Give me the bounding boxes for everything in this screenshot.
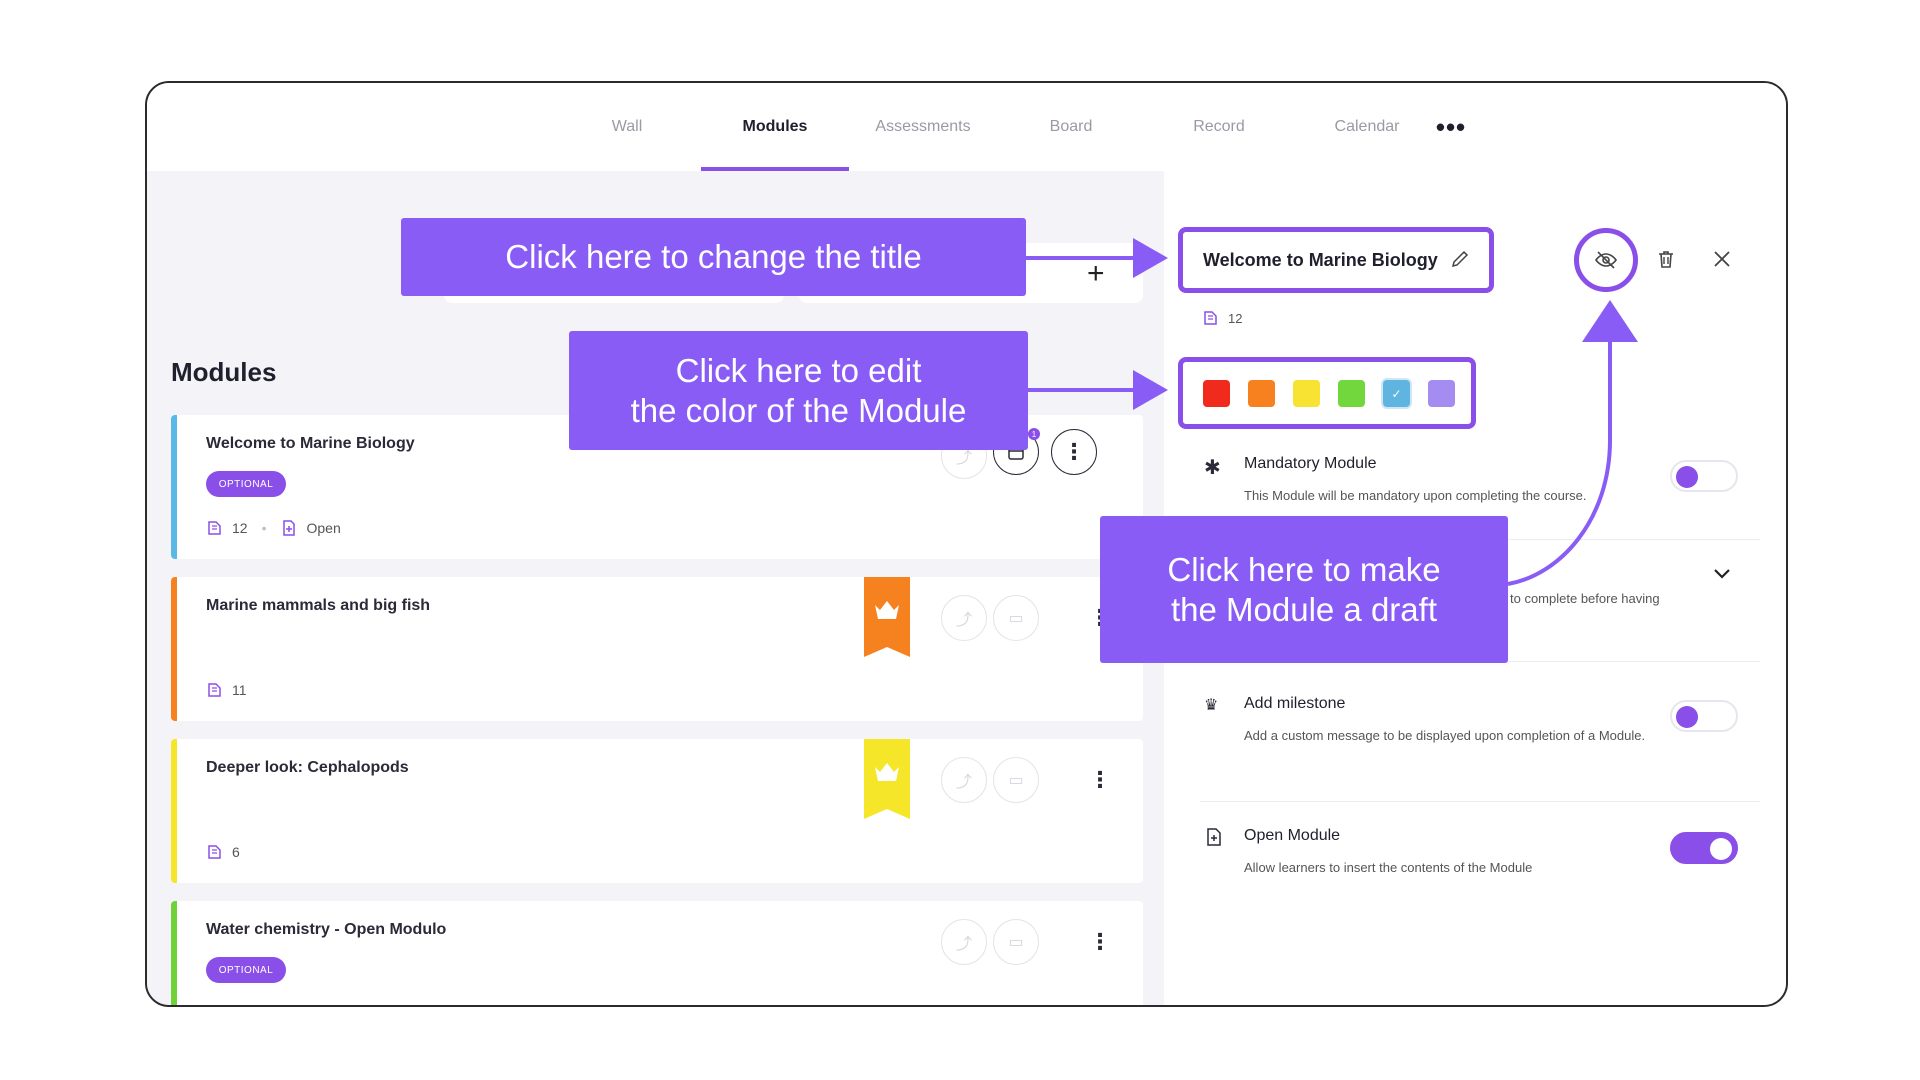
close-icon [1714,251,1730,267]
prerequisite-button[interactable]: ⤴ [941,595,987,641]
module-color-stripe [171,901,177,1005]
module-card[interactable]: Deeper look: Cephalopods 6 ⤴ ▭ ⋮ [171,739,1143,883]
milestone-crown-icon [864,739,910,819]
more-tabs-button[interactable]: ••• [1411,83,1491,171]
setting-description: This Module will be mandatory upon compl… [1244,488,1587,503]
schedule-button[interactable]: ▭ [993,595,1039,641]
pencil-icon[interactable] [1449,248,1471,270]
separator-dot: • [261,520,267,536]
color-picker: ✓ [1178,357,1476,429]
toggle-knob [1676,466,1698,488]
tab-assessments[interactable]: Assessments [849,83,997,171]
module-title: Deeper look: Cephalopods [206,759,409,776]
close-button[interactable] [1708,245,1736,273]
add-module-button[interactable]: + [1087,259,1105,289]
trash-icon [1659,251,1673,268]
link-icon: ⤴ [955,612,972,629]
optional-badge: OPTIONAL [206,957,286,983]
calendar-icon: ▭ [1008,610,1024,627]
module-meta: 11 [206,681,247,699]
mandatory-module-toggle[interactable] [1670,460,1738,492]
draft-toggle-button[interactable] [1574,228,1638,292]
module-title: Marine mammals and big fish [206,597,431,614]
delete-button[interactable] [1652,245,1680,273]
module-title: Water chemistry - Open Modulo [206,921,447,938]
open-module-toggle[interactable] [1670,832,1738,864]
module-meta: 12 • Open [206,519,341,537]
open-module-icon [283,520,296,536]
schedule-button[interactable]: ▭ [993,919,1039,965]
lessons-count: 12 [232,520,248,536]
asterisk-icon: ✱ [1204,457,1221,479]
link-icon: ⤴ [955,936,972,953]
toggle-knob [1710,838,1732,860]
calendar-icon: ▭ [1008,772,1024,789]
module-color-stripe [171,739,177,883]
color-swatch-orange[interactable] [1248,380,1275,407]
tab-wall[interactable]: Wall [553,83,701,171]
crown-icon: ♛ [1204,697,1219,714]
setting-description: Add a custom message to be displayed upo… [1244,728,1646,743]
module-status: Open [306,520,341,536]
module-menu-button[interactable]: ⋮ [1089,769,1111,791]
prerequisite-button[interactable]: ⤴ [941,757,987,803]
module-meta: 6 [206,843,240,861]
lessons-icon [208,683,221,697]
notification-badge: 1 [1028,428,1040,440]
color-swatch-blue[interactable]: ✓ [1383,380,1410,407]
setting-title: Mandatory Module [1244,455,1377,472]
schedule-button[interactable]: ▭ [993,757,1039,803]
add-milestone-setting: ♛ Add milestone Add a custom message to … [1204,695,1744,775]
callout-change-title: Click here to change the title [401,218,1026,296]
setting-title: Open Module [1244,827,1341,844]
module-title-field[interactable]: Welcome to Marine Biology [1178,227,1494,293]
lessons-icon [208,521,221,535]
callout-edit-color: Click here to edit the color of the Modu… [569,331,1028,450]
lessons-count: 12 [1228,310,1243,326]
modules-heading: Modules [171,357,277,387]
color-swatch-yellow[interactable] [1293,380,1320,407]
lessons-count: 11 [232,682,247,698]
module-menu-button[interactable]: ⋮ [1089,931,1111,953]
setting-title: Add milestone [1244,695,1346,712]
tab-modules[interactable]: Modules [701,83,849,171]
divider [1200,801,1760,802]
open-module-icon [1207,828,1221,846]
callout-make-draft: Click here to make the Module a draft [1100,516,1508,663]
module-card[interactable]: Marine mammals and big fish 11 ⤴ ▭ ⋮ [171,577,1143,721]
milestone-crown-icon [864,577,910,657]
color-swatch-purple[interactable] [1428,380,1455,407]
top-navigation: Wall Modules Assessments Board Record Ca… [147,83,1786,171]
toggle-knob [1676,706,1698,728]
lessons-count-row: 12 [1202,309,1242,327]
prerequisite-button[interactable]: ⤴ [941,919,987,965]
chevron-down-icon[interactable] [1710,561,1734,585]
kebab-icon: ⋮ [1063,439,1085,464]
link-icon: ⤴ [955,774,972,791]
color-swatch-green[interactable] [1338,380,1365,407]
mandatory-module-setting: ✱ Mandatory Module This Module will be m… [1204,455,1744,515]
lessons-icon [208,845,221,859]
lessons-icon [1204,311,1217,325]
module-menu-button[interactable]: ⋮ [1051,429,1097,475]
check-icon: ✓ [1391,386,1402,401]
prerequisite-description: to complete before having [1510,591,1660,606]
lessons-count: 6 [232,844,240,860]
module-color-stripe [171,415,177,559]
module-title: Welcome to Marine Biology [206,435,415,452]
tab-board[interactable]: Board [997,83,1145,171]
module-color-stripe [171,577,177,721]
calendar-icon: ▭ [1008,934,1024,951]
add-milestone-toggle[interactable] [1670,700,1738,732]
module-card[interactable]: Water chemistry - Open Modulo OPTIONAL ⤴… [171,901,1143,1005]
module-title-text: Welcome to Marine Biology [1203,250,1438,270]
optional-badge: OPTIONAL [206,471,286,497]
color-swatch-red[interactable] [1203,380,1230,407]
tab-record[interactable]: Record [1145,83,1293,171]
open-module-setting: Open Module Allow learners to insert the… [1204,827,1744,887]
eye-off-icon [1595,251,1617,269]
modules-list-panel: + Modules Welcome to Marine Biology OPTI… [147,171,1164,1005]
setting-description: Allow learners to insert the contents of… [1244,860,1533,875]
